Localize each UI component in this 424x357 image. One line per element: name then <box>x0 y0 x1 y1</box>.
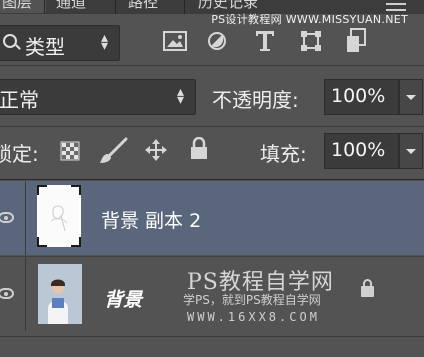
lock-image-icon[interactable] <box>98 137 128 165</box>
blend-mode-select[interactable]: 正常 ▴ ▾ <box>0 79 196 115</box>
visibility-toggle[interactable] <box>0 181 26 255</box>
shape-filter-icon[interactable] <box>300 30 322 52</box>
opacity-dropdown-button[interactable] <box>399 79 423 115</box>
blend-opacity-row: 正常 ▴ ▾ 不透明度: 100% <box>0 66 424 127</box>
lock-transparent-icon[interactable] <box>60 141 80 161</box>
fill-value: 100% <box>331 139 386 161</box>
layer-name[interactable]: 背景 副本 2 <box>101 206 201 233</box>
updown-arrows-icon: ▴ ▾ <box>101 30 109 54</box>
fill-label: 填充: <box>260 142 307 166</box>
image-filter-icon[interactable] <box>163 31 187 51</box>
tab-paths[interactable]: 路径 <box>128 0 158 13</box>
selection-corner <box>37 185 47 195</box>
blend-mode-value: 正常 <box>0 88 39 112</box>
layer-row-selected[interactable]: 背景 副本 2 <box>0 181 424 255</box>
lock-label: 锁定: <box>0 142 39 166</box>
filter-kind-select[interactable]: 类型 ▴ ▾ <box>0 25 120 61</box>
layer-lock-icon <box>361 279 374 297</box>
tab-divider <box>184 0 185 14</box>
layer-name[interactable]: 背景 <box>104 285 142 312</box>
tab-divider <box>44 0 45 14</box>
tab-channels[interactable]: 通道 <box>56 0 86 13</box>
filter-kind-label: 类型 <box>25 35 65 59</box>
layer-filter-row: 类型 ▴ ▾ <box>0 17 424 66</box>
layer-thumbnail <box>37 185 81 247</box>
panel-footer <box>0 336 424 357</box>
lock-fill-row: 锁定: 填充: 100% <box>0 127 424 180</box>
layer-thumbnail <box>38 264 82 324</box>
eye-icon[interactable] <box>0 212 14 223</box>
opacity-label: 不透明度: <box>212 88 299 112</box>
opacity-value: 100% <box>331 85 386 107</box>
thumbnail-photo <box>38 264 82 324</box>
visibility-toggle[interactable] <box>0 257 26 331</box>
panel-menu-icon[interactable] <box>386 3 406 11</box>
lock-position-icon[interactable] <box>144 138 168 162</box>
eye-icon[interactable] <box>0 288 14 299</box>
smart-object-filter-icon[interactable] <box>346 28 368 54</box>
search-icon <box>3 34 17 48</box>
watermark-url: WWW.16XX8.COM <box>187 310 320 324</box>
selection-corner <box>71 185 81 195</box>
fill-dropdown-button[interactable] <box>399 133 423 169</box>
opacity-input[interactable]: 100% <box>324 79 399 115</box>
fill-input[interactable]: 100% <box>324 133 399 169</box>
updown-arrows-icon: ▴ ▾ <box>177 84 185 108</box>
type-filter-icon[interactable] <box>254 29 276 53</box>
lock-all-icon[interactable] <box>189 137 209 161</box>
adjustment-filter-icon[interactable] <box>207 31 227 51</box>
tab-layers[interactable]: 图层 <box>0 0 46 13</box>
selection-corner <box>71 237 81 247</box>
selection-corner <box>37 237 47 247</box>
tab-divider <box>115 0 116 14</box>
watermark-slogan: 学PS，就到PS教程自学网 <box>183 293 321 307</box>
